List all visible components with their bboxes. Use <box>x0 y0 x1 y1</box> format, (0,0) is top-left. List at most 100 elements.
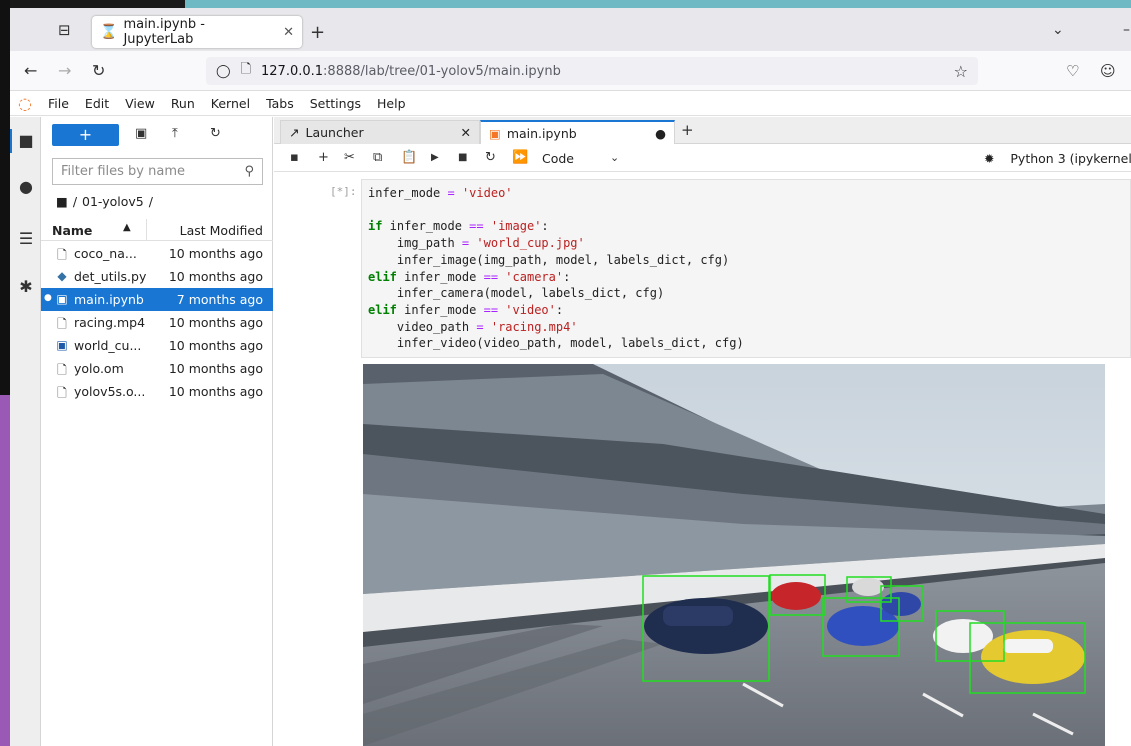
url-path: :8888/lab/tree/01-yolov5/main.ipynb <box>323 63 561 79</box>
racing-frame-image <box>363 364 1105 746</box>
shield-icon[interactable]: ◯ <box>216 64 231 79</box>
file-modified: 10 months ago <box>168 315 263 330</box>
save-icon[interactable]: ▪ <box>290 150 299 165</box>
browser-tab-bar: ⊟ ⌛ main.ipynb - JupyterLab ✕ + ⌄ – <box>10 8 1131 51</box>
menu-tabs[interactable]: Tabs <box>258 96 302 111</box>
extension-puzzle-icon[interactable]: ✱ <box>16 277 36 297</box>
menu-kernel[interactable]: Kernel <box>203 96 258 111</box>
code-editor[interactable]: infer_mode = 'video' if infer_mode == 'i… <box>361 179 1131 359</box>
breadcrumb: ■ / 01-yolov5 / <box>56 194 153 209</box>
menu-settings[interactable]: Settings <box>302 96 369 111</box>
new-folder-icon[interactable]: ▣ <box>135 126 147 141</box>
tab-launcher[interactable]: ↗ Launcher ✕ <box>280 120 480 144</box>
browser-tab-title: main.ipynb - JupyterLab <box>123 17 205 47</box>
bookmark-star-icon[interactable]: ☆ <box>954 62 968 81</box>
file-name: main.ipynb <box>74 292 144 307</box>
cell-output-video-frame <box>363 364 1105 746</box>
file-modified: 10 months ago <box>168 338 263 353</box>
file-modified: 10 months ago <box>168 269 263 284</box>
reload-icon[interactable]: ↻ <box>92 61 105 80</box>
kernel-status[interactable]: ✹ Python 3 (ipykernel) <box>984 151 1131 166</box>
kernel-bug-icon: ✹ <box>984 151 995 166</box>
filter-files-box: ⚲ <box>52 158 263 185</box>
file-row[interactable]: ◆ det_utils.py 10 months ago <box>41 265 273 288</box>
python-icon: ◆ <box>57 269 67 283</box>
jupyter-hourglass-icon: ⌛ <box>100 24 118 40</box>
filter-files-input[interactable] <box>61 164 245 179</box>
close-tab-icon[interactable]: ✕ <box>283 25 294 40</box>
file-icon: 🗋 <box>57 386 67 400</box>
tab-list-icon[interactable]: ⊟ <box>58 21 76 39</box>
menu-file[interactable]: File <box>40 96 77 111</box>
new-tab-button[interactable]: + <box>310 22 325 43</box>
file-row[interactable]: 🗋 coco_na... 10 months ago <box>41 242 273 265</box>
file-icon: 🗋 <box>57 363 67 377</box>
sort-ascending-icon[interactable]: ▲ <box>123 222 131 233</box>
running-dot-icon: ● <box>44 293 52 303</box>
notebook-toolbar: ▪ + ✂ ⧉ 📋 ▶ ■ ↻ ⏩ Code ⌄ ✹ Python 3 (ipy… <box>274 144 1131 172</box>
folder-icon[interactable]: ■ <box>56 194 68 209</box>
file-modified: 10 months ago <box>168 384 263 399</box>
stop-icon[interactable]: ■ <box>458 152 467 163</box>
running-sessions-icon[interactable]: ● <box>16 177 36 197</box>
forward-icon[interactable]: → <box>58 61 71 80</box>
notebook-icon: ▣ <box>489 126 501 141</box>
upload-icon[interactable]: ⤒ <box>172 126 178 141</box>
cell-prompt: [*]: <box>330 185 357 198</box>
pocket-icon[interactable]: ♡ <box>1066 62 1079 80</box>
cell-type-select[interactable]: Code <box>542 151 574 166</box>
add-tab-button[interactable]: + <box>681 121 694 139</box>
menu-run[interactable]: Run <box>163 96 203 111</box>
close-icon[interactable]: ✕ <box>461 125 471 140</box>
insert-cell-icon[interactable]: + <box>318 150 329 165</box>
breadcrumb-folder[interactable]: 01-yolov5 <box>82 194 144 209</box>
notebook-icon: ▣ <box>56 292 68 306</box>
refresh-icon[interactable]: ↻ <box>210 126 221 141</box>
file-name: yolov5s.o... <box>74 384 146 399</box>
main-area: ↗ Launcher ✕ ▣ main.ipynb ● + ▪ + ✂ ⧉ 📋 … <box>274 117 1131 746</box>
file-browser: + ▣ ⤒ ↻ ⚲ ■ / 01-yolov5 / Name ▲ Last Mo… <box>41 117 273 746</box>
breadcrumb-root[interactable]: / <box>73 194 77 209</box>
browser-tab[interactable]: ⌛ main.ipynb - JupyterLab ✕ <box>92 16 302 48</box>
paste-icon[interactable]: 📋 <box>401 150 417 165</box>
unsaved-dot-icon[interactable]: ● <box>655 126 666 141</box>
minimize-icon[interactable]: – <box>1123 22 1130 38</box>
cut-icon[interactable]: ✂ <box>344 150 355 165</box>
active-indicator <box>10 129 12 153</box>
tab-main-notebook[interactable]: ▣ main.ipynb ● <box>480 120 675 145</box>
chevron-down-icon[interactable]: ⌄ <box>610 151 619 164</box>
file-list: 🗋 coco_na... 10 months ago ◆ det_utils.p… <box>41 242 273 403</box>
copy-icon[interactable]: ⧉ <box>373 150 382 165</box>
activity-bar: ■ ● ☰ ✱ <box>10 117 41 746</box>
menu-help[interactable]: Help <box>369 96 414 111</box>
document-tab-bar: ↗ Launcher ✕ ▣ main.ipynb ● + <box>274 117 1131 145</box>
file-row[interactable]: 🗋 yolov5s.o... 10 months ago <box>41 380 273 403</box>
menu-edit[interactable]: Edit <box>77 96 117 111</box>
new-launcher-button[interactable]: + <box>52 124 119 146</box>
run-all-icon[interactable]: ⏩ <box>512 150 528 165</box>
restart-icon[interactable]: ↻ <box>485 150 496 165</box>
file-name: det_utils.py <box>74 269 147 284</box>
url-bar[interactable]: ◯ 🗋 127.0.0.1:8888/lab/tree/01-yolov5/ma… <box>206 57 978 85</box>
menu-view[interactable]: View <box>117 96 163 111</box>
back-icon[interactable]: ← <box>24 61 37 80</box>
breadcrumb-separator: / <box>148 194 153 209</box>
folder-icon[interactable]: ■ <box>16 131 36 151</box>
column-name[interactable]: Name <box>52 223 92 238</box>
file-name: racing.mp4 <box>74 315 146 330</box>
file-row[interactable]: 🗋 racing.mp4 10 months ago <box>41 311 273 334</box>
file-name: yolo.om <box>74 361 124 376</box>
file-row[interactable]: ▣ world_cu... 10 months ago <box>41 334 273 357</box>
jupyter-logo-icon: ◌ <box>18 93 32 113</box>
file-row[interactable]: 🗋 yolo.om 10 months ago <box>41 357 273 380</box>
account-icon[interactable]: ☺ <box>1100 62 1116 80</box>
file-row-selected[interactable]: ● ▣ main.ipynb 7 months ago <box>41 288 273 311</box>
table-of-contents-icon[interactable]: ☰ <box>16 229 36 249</box>
run-icon[interactable]: ▶ <box>431 152 439 163</box>
file-modified: 10 months ago <box>168 246 263 261</box>
launcher-icon: ↗ <box>289 125 300 140</box>
tab-label: Launcher <box>305 125 364 140</box>
file-name: coco_na... <box>74 246 137 261</box>
chevron-down-icon[interactable]: ⌄ <box>1052 22 1064 38</box>
column-last-modified[interactable]: Last Modified <box>180 223 263 238</box>
